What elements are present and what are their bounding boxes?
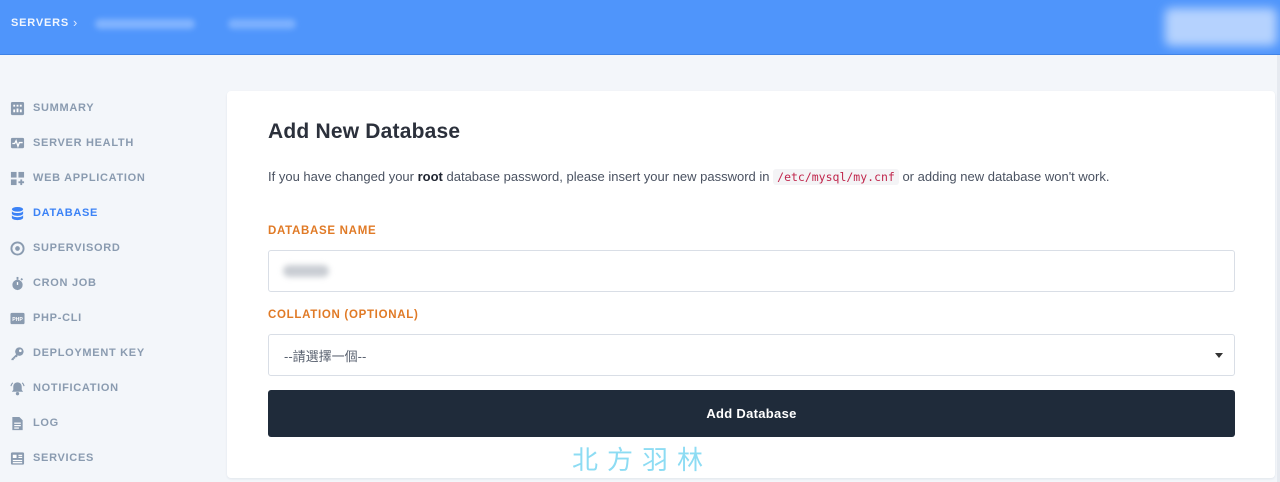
desc-root-bold: root bbox=[417, 169, 443, 184]
user-menu-redacted[interactable] bbox=[1165, 8, 1277, 46]
breadcrumb-section-redacted[interactable] bbox=[228, 19, 296, 29]
sidebar-item-web-application[interactable]: WEB APPLICATION bbox=[10, 168, 210, 188]
sidebar-item-notification[interactable]: NOTIFICATION bbox=[10, 378, 210, 398]
desc-text-1: If you have changed your bbox=[268, 169, 418, 184]
svg-text:PHP: PHP bbox=[12, 316, 23, 322]
desc-text-3: or adding new database won't work. bbox=[898, 169, 1110, 184]
sidebar-item-label: DEPLOYMENT KEY bbox=[33, 347, 145, 359]
database-icon bbox=[10, 206, 25, 221]
supervisord-icon bbox=[10, 240, 25, 256]
database-name-label: DATABASE NAME bbox=[268, 225, 377, 237]
services-icon bbox=[10, 451, 25, 466]
bell-icon bbox=[10, 381, 25, 396]
form-description: If you have changed your root database p… bbox=[268, 169, 1110, 185]
sidebar-item-php-cli[interactable]: PHP PHP-CLI bbox=[10, 308, 210, 328]
sidebar-item-label: LOG bbox=[33, 417, 59, 429]
breadcrumb-servers[interactable]: SERVERS bbox=[11, 17, 69, 29]
database-name-input[interactable] bbox=[268, 250, 1235, 292]
cron-job-icon bbox=[10, 276, 25, 291]
sidebar-item-deployment-key[interactable]: DEPLOYMENT KEY bbox=[10, 343, 210, 363]
sidebar-item-server-health[interactable]: SERVER HEALTH bbox=[10, 133, 210, 153]
breadcrumb-separator: › bbox=[73, 15, 78, 30]
top-bar: SERVERS › bbox=[0, 0, 1280, 55]
collation-label: COLLATION (OPTIONAL) bbox=[268, 309, 419, 321]
key-icon bbox=[10, 346, 25, 361]
sidebar-item-log[interactable]: LOG bbox=[10, 413, 210, 433]
sidebar-item-label: CRON JOB bbox=[33, 277, 97, 289]
add-database-card: Add New Database If you have changed you… bbox=[227, 91, 1275, 478]
sidebar-item-label: SUMMARY bbox=[33, 102, 95, 114]
summary-icon bbox=[10, 101, 25, 116]
desc-text-2: database password, please insert your ne… bbox=[442, 169, 774, 184]
database-name-value-redacted bbox=[283, 265, 329, 277]
sidebar-item-label: SUPERVISORD bbox=[33, 242, 121, 254]
sidebar-item-database[interactable]: DATABASE bbox=[10, 203, 210, 223]
sidebar-item-supervisord[interactable]: SUPERVISORD bbox=[10, 238, 210, 258]
log-icon bbox=[10, 416, 25, 431]
sidebar-item-services[interactable]: SERVICES bbox=[10, 448, 210, 468]
sidebar-item-label: DATABASE bbox=[33, 207, 99, 219]
watermark-text: 北方羽林 bbox=[572, 446, 713, 476]
add-database-button[interactable]: Add Database bbox=[268, 390, 1235, 437]
sidebar-item-label: SERVICES bbox=[33, 452, 95, 464]
php-icon: PHP bbox=[10, 311, 25, 326]
sidebar-item-summary[interactable]: SUMMARY bbox=[10, 98, 210, 118]
sidebar-item-cron-job[interactable]: CRON JOB bbox=[10, 273, 210, 293]
config-path-code: /etc/mysql/my.cnf bbox=[773, 169, 899, 185]
sidebar-item-label: WEB APPLICATION bbox=[33, 172, 146, 184]
sidebar-item-label: SERVER HEALTH bbox=[33, 137, 134, 149]
caret-down-icon bbox=[1215, 353, 1223, 358]
server-health-icon bbox=[10, 136, 25, 151]
sidebar-item-label: NOTIFICATION bbox=[33, 382, 119, 394]
collation-select[interactable]: --請選擇一個-- bbox=[268, 334, 1235, 376]
breadcrumb-server-name-redacted[interactable] bbox=[95, 19, 195, 29]
sidebar-item-label: PHP-CLI bbox=[33, 312, 82, 324]
collation-selected-value: --請選擇一個-- bbox=[284, 348, 367, 364]
page-title: Add New Database bbox=[268, 120, 461, 143]
web-application-icon bbox=[10, 171, 25, 186]
